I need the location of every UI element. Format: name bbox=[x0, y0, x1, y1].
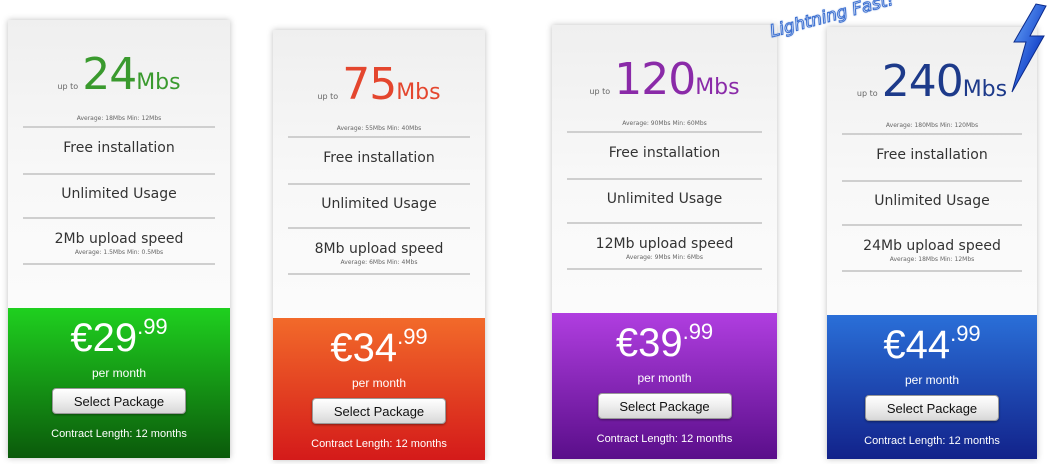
speed-average: Average: 18Mbs Min: 12Mbs bbox=[76, 115, 162, 122]
divider bbox=[288, 136, 470, 138]
price-main: 39 bbox=[638, 321, 683, 365]
speed-value: 24 bbox=[82, 49, 137, 100]
feature-upload-speed: 8Mb upload speed bbox=[314, 241, 444, 257]
price-period: per month bbox=[904, 373, 960, 387]
package-card-24mbs: up to 24Mbs Average: 18Mbs Min: 12Mbs Fr… bbox=[8, 20, 230, 458]
speed-prefix: up to bbox=[317, 92, 339, 101]
upload-average: Average: 9Mbs Min: 6Mbs bbox=[626, 254, 703, 261]
divider bbox=[842, 224, 1022, 226]
price-panel: €29.99 per month Select Package Contract… bbox=[8, 308, 230, 458]
speed-heading: up to 120Mbs bbox=[552, 58, 777, 102]
price-currency: € bbox=[615, 321, 639, 365]
divider bbox=[23, 126, 215, 128]
speed-unit: Mbs bbox=[695, 75, 740, 100]
feature-installation: Free installation bbox=[63, 140, 175, 156]
divider bbox=[567, 178, 762, 180]
price-cents: .99 bbox=[137, 314, 168, 339]
speed-prefix: up to bbox=[589, 87, 611, 96]
upload-average: Average: 18Mbs Min: 12Mbs bbox=[889, 256, 975, 263]
feature-upload-speed: 12Mb upload speed bbox=[595, 236, 734, 252]
divider bbox=[567, 268, 762, 270]
speed-unit: Mbs bbox=[136, 70, 181, 95]
divider bbox=[567, 222, 762, 224]
price-cents: .99 bbox=[950, 321, 981, 346]
speed-prefix: up to bbox=[856, 89, 878, 98]
speed-value: 120 bbox=[614, 54, 696, 105]
package-card-75mbs: up to 75Mbs Average: 55Mbs Min: 40Mbs Fr… bbox=[273, 30, 485, 460]
package-card-120mbs: up to 120Mbs Average: 90Mbs Min: 60Mbs F… bbox=[552, 25, 777, 459]
price-currency: € bbox=[330, 326, 353, 370]
feature-usage: Unlimited Usage bbox=[321, 196, 437, 212]
divider bbox=[23, 263, 215, 265]
contract-length: Contract Length: 12 months bbox=[596, 433, 733, 445]
speed-prefix: up to bbox=[57, 82, 79, 91]
speed-heading: up to 75Mbs bbox=[273, 63, 485, 107]
price-main: 44 bbox=[905, 323, 951, 367]
speed-average: Average: 180Mbs Min: 120Mbs bbox=[885, 122, 979, 129]
price-period: per month bbox=[637, 371, 692, 385]
feature-installation: Free installation bbox=[876, 147, 988, 163]
price-panel: €44.99 per month Select Package Contract… bbox=[827, 315, 1037, 459]
price-cents: .99 bbox=[682, 319, 714, 344]
feature-installation: Free installation bbox=[608, 145, 721, 161]
price-period: per month bbox=[351, 376, 407, 390]
price: €34.99 bbox=[273, 324, 485, 370]
contract-length: Contract Length: 12 months bbox=[311, 438, 447, 450]
price-panel: €39.99 per month Select Package Contract… bbox=[552, 313, 777, 459]
divider bbox=[23, 217, 215, 219]
price-panel: €34.99 per month Select Package Contract… bbox=[273, 318, 485, 460]
speed-unit: Mbs bbox=[962, 77, 1008, 102]
speed-heading: up to 24Mbs bbox=[8, 53, 230, 97]
speed-value: 240 bbox=[881, 56, 964, 107]
price-currency: € bbox=[883, 323, 906, 367]
feature-usage: Unlimited Usage bbox=[61, 186, 177, 202]
divider bbox=[842, 133, 1022, 135]
upload-average: Average: 1.5Mbs Min: 0.5Mbs bbox=[74, 249, 164, 256]
divider bbox=[842, 180, 1022, 182]
contract-length: Contract Length: 12 months bbox=[51, 428, 187, 440]
speed-average: Average: 90Mbs Min: 60Mbs bbox=[622, 120, 707, 127]
select-package-button[interactable]: Select Package bbox=[865, 395, 999, 421]
speed-unit: Mbs bbox=[396, 80, 441, 105]
price: €29.99 bbox=[8, 314, 230, 360]
price-cents: .99 bbox=[397, 324, 428, 349]
upload-average: Average: 6Mbs Min: 4Mbs bbox=[340, 259, 418, 266]
speed-average: Average: 55Mbs Min: 40Mbs bbox=[336, 125, 422, 132]
price-main: 34 bbox=[352, 326, 398, 370]
divider bbox=[288, 183, 470, 185]
speed-value: 75 bbox=[342, 59, 397, 110]
feature-usage: Unlimited Usage bbox=[874, 193, 990, 209]
contract-length: Contract Length: 12 months bbox=[864, 435, 1000, 447]
feature-usage: Unlimited Usage bbox=[606, 191, 723, 207]
feature-upload-speed: 24Mb upload speed bbox=[863, 238, 1001, 254]
divider bbox=[567, 131, 762, 133]
price-currency: € bbox=[70, 316, 93, 360]
select-package-button[interactable]: Select Package bbox=[597, 393, 732, 419]
feature-installation: Free installation bbox=[323, 150, 435, 166]
divider bbox=[288, 227, 470, 229]
select-package-button[interactable]: Select Package bbox=[52, 388, 186, 414]
select-package-button[interactable]: Select Package bbox=[312, 398, 446, 424]
price-period: per month bbox=[91, 366, 147, 380]
feature-upload-speed: 2Mb upload speed bbox=[54, 231, 184, 247]
price: €44.99 bbox=[827, 321, 1037, 367]
price: €39.99 bbox=[552, 319, 777, 365]
divider bbox=[23, 173, 215, 175]
lightning-bolt-icon bbox=[1011, 3, 1047, 93]
divider bbox=[288, 273, 470, 275]
price-main: 29 bbox=[92, 316, 138, 360]
divider bbox=[842, 270, 1022, 272]
